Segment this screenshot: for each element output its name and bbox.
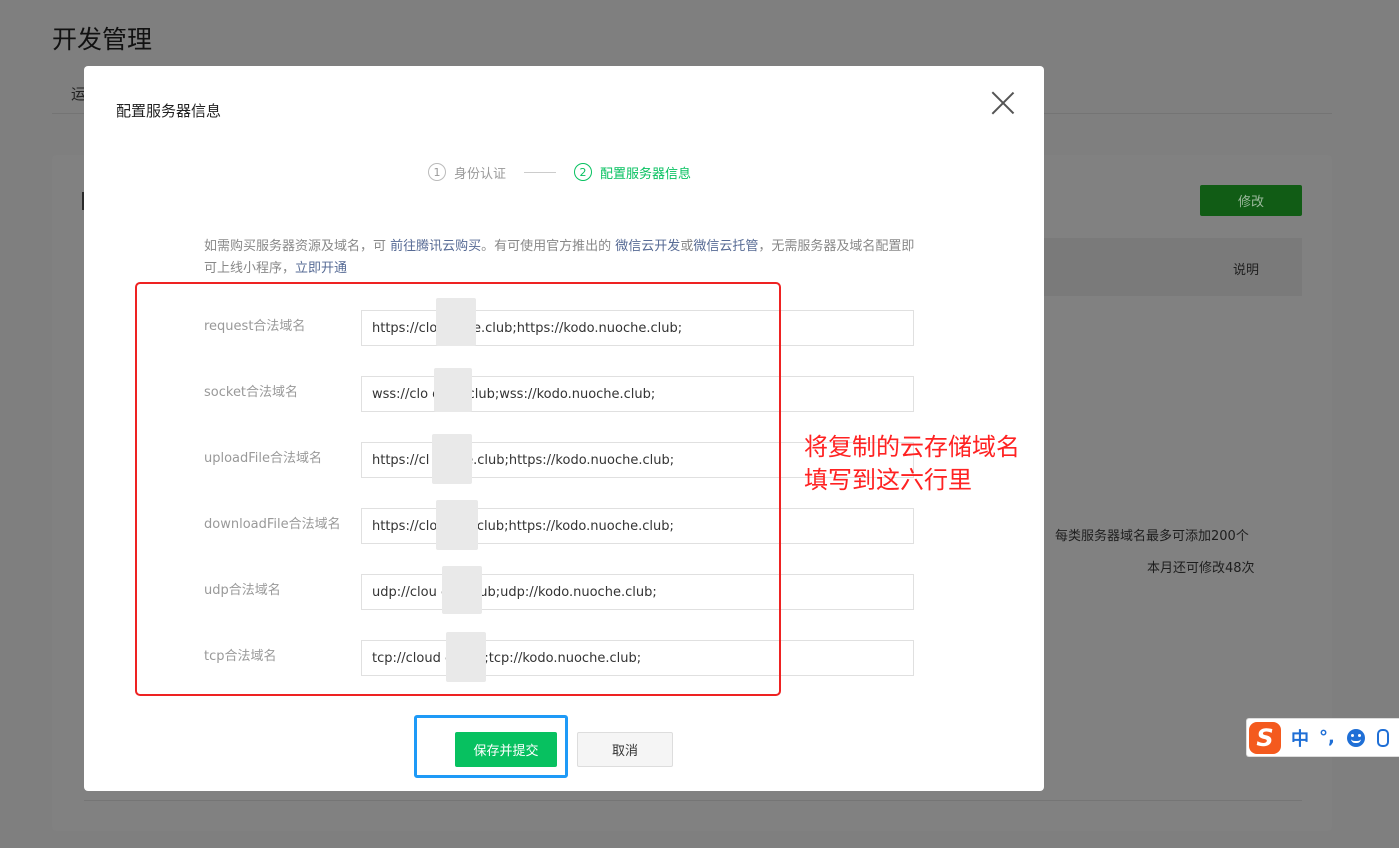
- step-indicator: 1 身份认证 2 配置服务器信息: [428, 162, 691, 182]
- step-connector: [524, 171, 557, 173]
- remaining-edits-text: 本月还可修改48次: [1147, 561, 1255, 576]
- tencent-cloud-link[interactable]: 前往腾讯云购买: [390, 239, 481, 254]
- annotation-text: 将复制的云存储域名 填写到这六行里: [804, 431, 1020, 497]
- notice-text: 或: [680, 239, 694, 254]
- domain-limit-text: 每类服务器域名最多可添加200个: [1055, 529, 1249, 544]
- step-number: 1: [428, 163, 446, 181]
- step-label: 身份认证: [454, 166, 507, 182]
- notice-text: 如需购买服务器资源及域名，可: [204, 239, 391, 254]
- edit-button[interactable]: 修改: [1200, 185, 1302, 216]
- step-identity: 1 身份认证: [428, 163, 506, 182]
- cloud-dev-link[interactable]: 微信云开发: [615, 239, 680, 254]
- emoji-icon[interactable]: [1346, 728, 1365, 747]
- highlight-red-box: [135, 282, 781, 696]
- column-header-note: 说明: [1233, 263, 1260, 278]
- step-server-config: 2 配置服务器信息: [574, 163, 691, 182]
- ime-mode-toggle[interactable]: 中: [1291, 725, 1309, 751]
- annotation-line-2: 填写到这六行里: [804, 466, 972, 494]
- step-label: 配置服务器信息: [600, 166, 692, 182]
- ime-toolbar[interactable]: S 中 °,: [1246, 718, 1399, 757]
- step-number: 2: [574, 163, 593, 181]
- notice-text: 。有可使用官方推出的: [481, 239, 616, 254]
- cancel-button[interactable]: 取消: [577, 732, 673, 767]
- close-icon[interactable]: [990, 90, 1016, 116]
- modal-title: 配置服务器信息: [116, 102, 222, 120]
- highlight-blue-box: [414, 715, 568, 778]
- ime-punctuation-toggle[interactable]: °,: [1319, 727, 1335, 748]
- annotation-line-1: 将复制的云存储域名: [804, 433, 1020, 461]
- cloud-hosting-link[interactable]: 微信云托管: [693, 239, 758, 254]
- purchase-notice: 如需购买服务器资源及域名，可 前往腾讯云购买。有可使用官方推出的 微信云开发或微…: [204, 236, 916, 280]
- activate-now-link[interactable]: 立即开通: [295, 261, 347, 276]
- sogou-logo-icon[interactable]: S: [1249, 721, 1281, 754]
- page-title: 开发管理: [52, 25, 153, 54]
- card-divider: [84, 800, 1302, 801]
- table-header: [1044, 238, 1302, 296]
- microphone-icon[interactable]: [1376, 728, 1389, 747]
